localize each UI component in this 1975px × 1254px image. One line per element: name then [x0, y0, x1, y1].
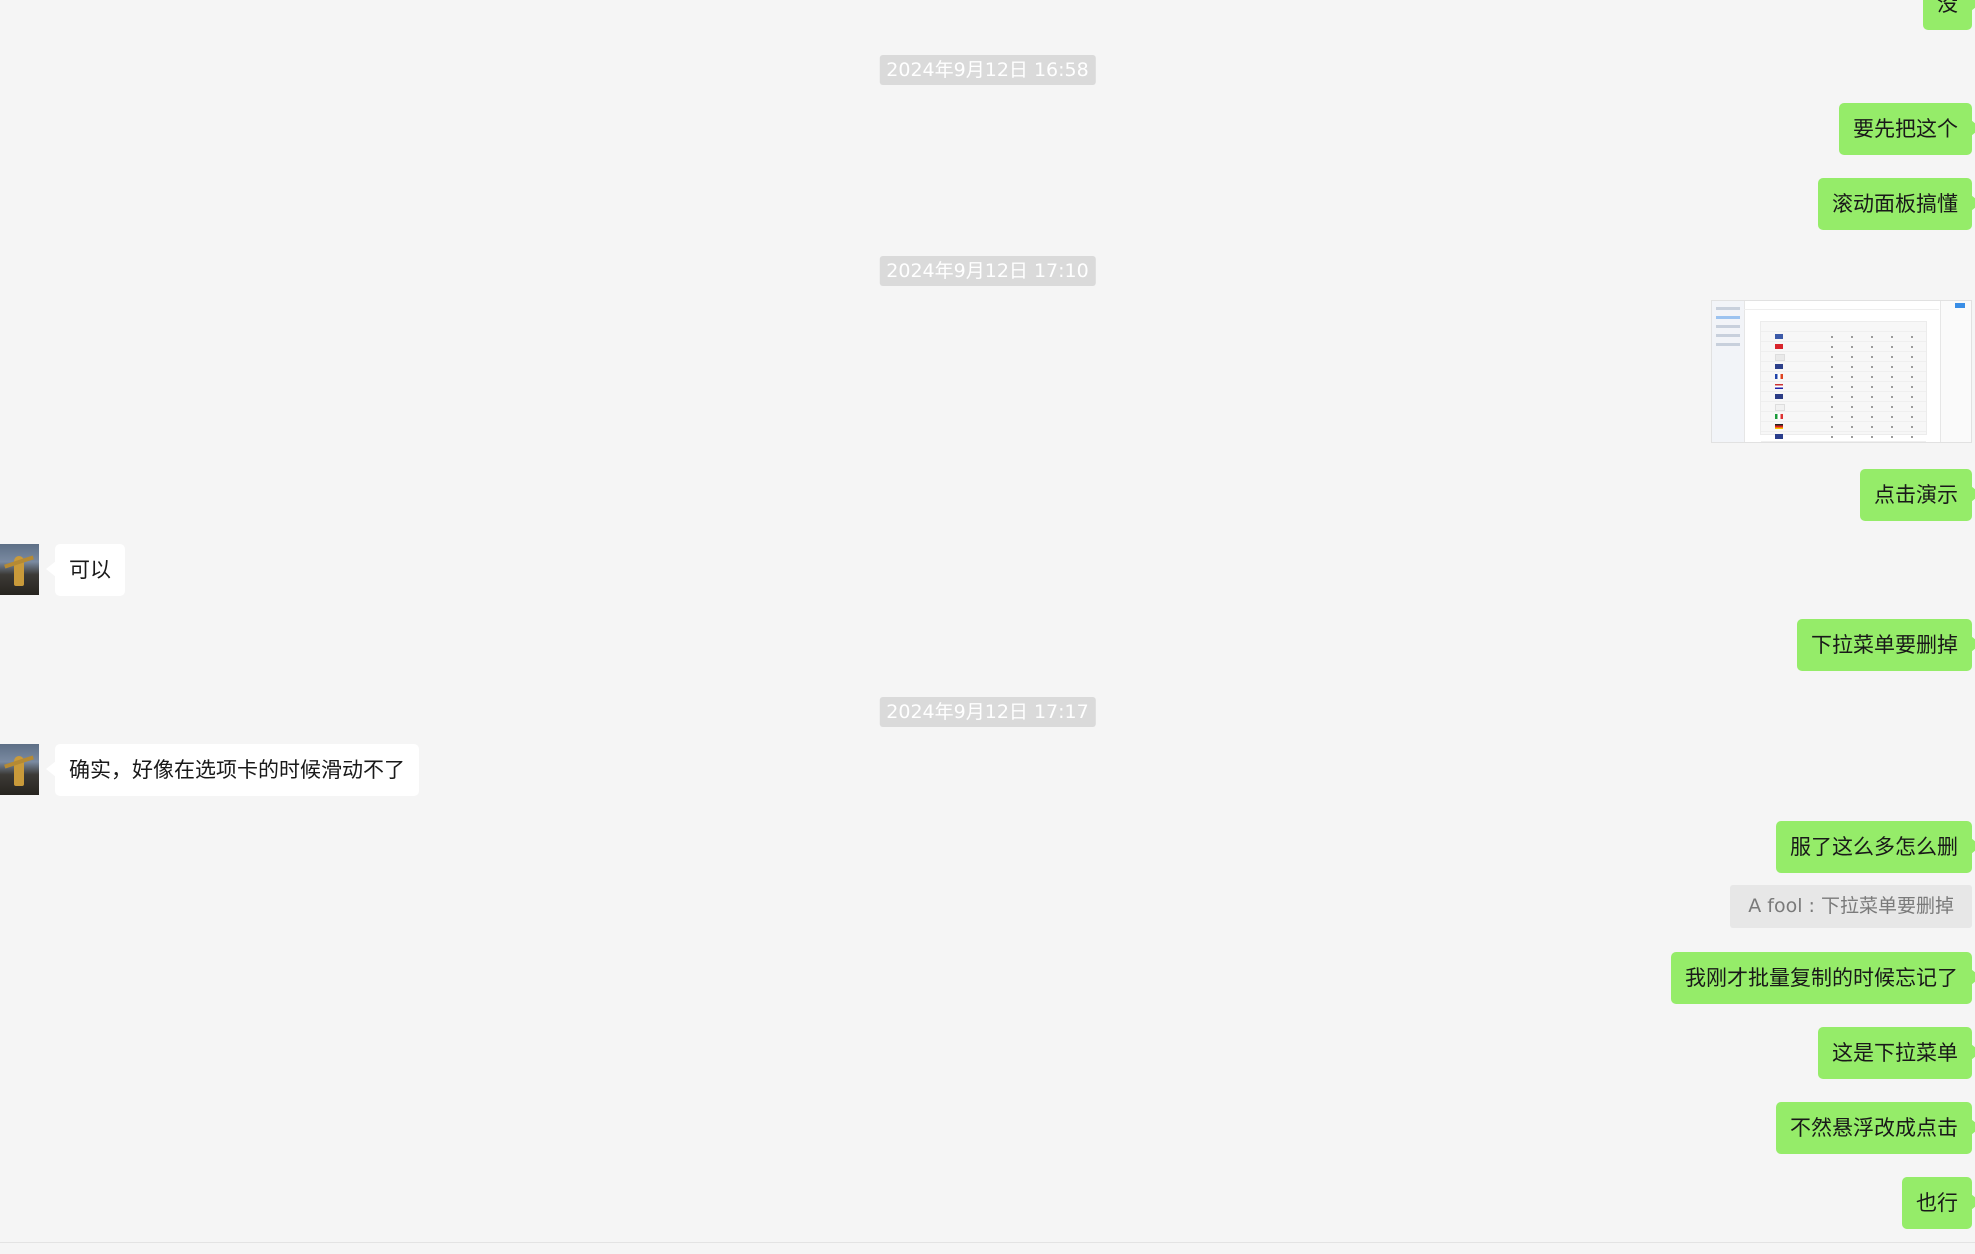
message-bubble-sent[interactable]: 不然悬浮改成点击 — [1776, 1102, 1975, 1154]
contact-avatar[interactable] — [0, 744, 39, 795]
timestamp: 2024年9月12日 16:58 — [879, 55, 1096, 85]
message-bubble-sent[interactable]: 点击演示 — [1860, 469, 1975, 521]
image-message-thumbnail[interactable] — [1711, 300, 1972, 443]
thumbnail-topbar — [1744, 301, 1939, 310]
message-bubble-sent[interactable]: 这是下拉菜单 — [1818, 1027, 1975, 1079]
message-bubble-sent[interactable]: 也行 — [1902, 1177, 1975, 1229]
timestamp: 2024年9月12日 17:10 — [879, 256, 1096, 286]
message-bubble-sent[interactable]: 要先把这个 — [1839, 103, 1975, 155]
thumbnail-sidebar — [1712, 301, 1745, 442]
message-bubble-sent[interactable]: 没 — [1923, 0, 1975, 30]
message-bubble-sent[interactable]: 服了这么多怎么删 — [1776, 821, 1975, 873]
thumbnail-right-panel — [1940, 301, 1971, 442]
message-bubble-sent[interactable]: 我刚才批量复制的时候忘记了 — [1671, 952, 1975, 1004]
chat-window: 没 2024年9月12日 16:58 要先把这个 滚动面板搞懂 2024年9月1… — [0, 0, 1975, 1254]
timestamp: 2024年9月12日 17:17 — [879, 697, 1096, 727]
message-bubble-sent[interactable]: 滚动面板搞懂 — [1818, 178, 1975, 230]
message-bubble-received[interactable]: 确实，好像在选项卡的时候滑动不了 — [46, 744, 419, 796]
message-bubble-received[interactable]: 可以 — [46, 544, 125, 596]
quoted-message[interactable]: A fool : 下拉菜单要删掉 — [1730, 885, 1972, 928]
message-bubble-sent[interactable]: 下拉菜单要删掉 — [1797, 619, 1975, 671]
divider — [0, 1242, 1975, 1243]
thumbnail-table — [1760, 321, 1927, 442]
contact-avatar[interactable] — [0, 544, 39, 595]
